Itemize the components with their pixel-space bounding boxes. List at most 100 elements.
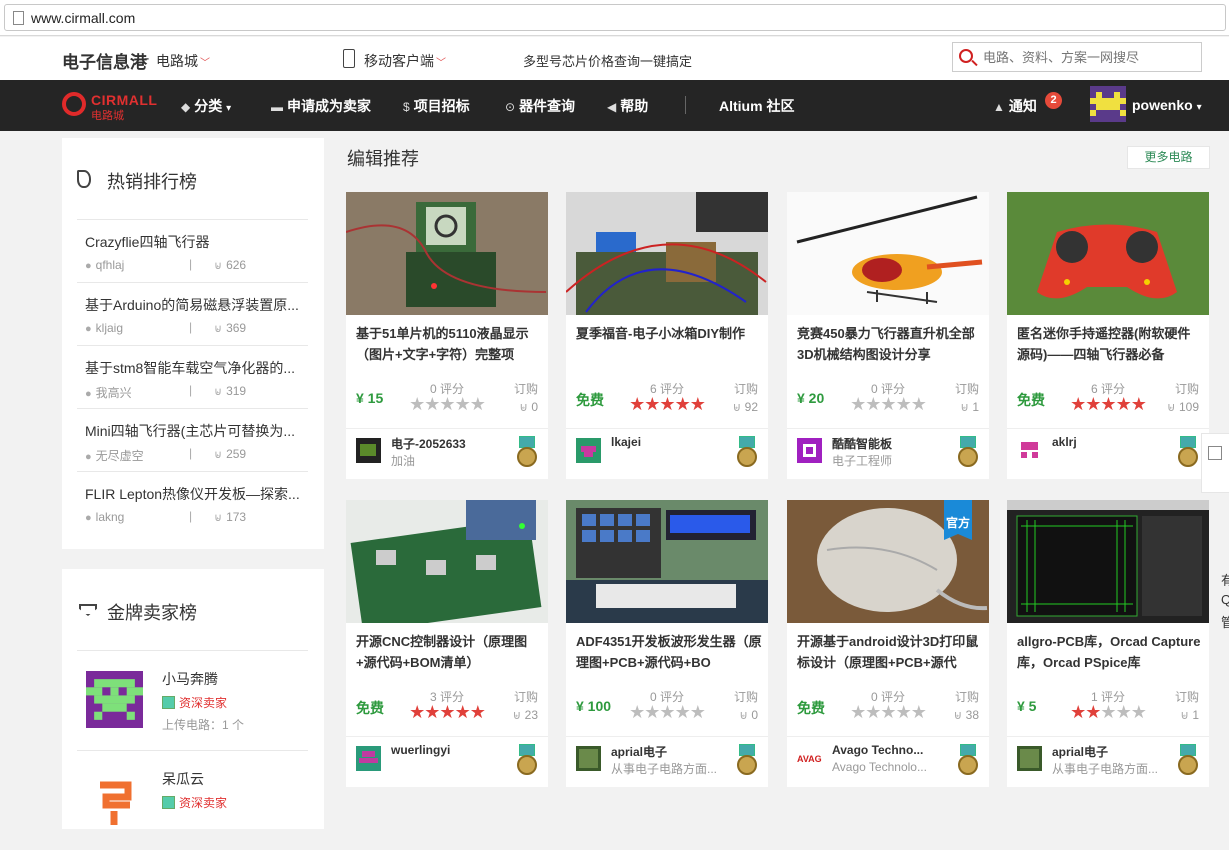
address-field[interactable]: www.cirmall.com xyxy=(4,4,1226,31)
star-rating: ★★★★★ xyxy=(843,395,933,413)
orders-value: 1 xyxy=(1192,708,1199,722)
product-card[interactable]: 开源CNC控制器设计（原理图+源代码+BOM清单） 免费 3 评分 ★★★★★ 订购 ⊌ … xyxy=(346,500,548,787)
product-title[interactable]: 基于51单片机的5110液晶显示（图片+文字+字符）完整项 xyxy=(356,323,542,367)
product-card[interactable]: 官方 开源基于android设计3D打印鼠标设计（原理图+PCB+源代 免费 0 评分… xyxy=(787,500,989,787)
promo-link[interactable]: 多型号芯片价格查询一键搞定 xyxy=(523,51,692,70)
site-title[interactable]: 电子信息港 xyxy=(62,48,147,73)
product-image[interactable] xyxy=(566,500,768,623)
product-card[interactable]: 基于51单片机的5110液晶显示（图片+文字+字符）完整项 ¥ 15 0 评分 ★★★… xyxy=(346,192,548,479)
hot-item-user[interactable]: ● 我高兴 xyxy=(85,384,132,401)
hot-item-user[interactable]: ● qfhlaj xyxy=(85,258,124,272)
product-card[interactable]: 夏季福音-电子小冰箱DIY制作 免费 6 评分 ★★★★★ 订购 ⊌ 92 lkajei xyxy=(566,192,768,479)
mobile-client-label: 移动客户端 xyxy=(364,53,434,69)
nav-notifications[interactable]: ▲ 通知 xyxy=(993,96,1037,116)
author-name[interactable]: aprial电子 xyxy=(611,743,736,760)
hot-item-user[interactable]: ● 无尽虚空 xyxy=(85,447,144,464)
user-icon: ● xyxy=(85,451,92,463)
author-avatar[interactable] xyxy=(576,438,601,463)
hot-item-user[interactable]: ● kljaig xyxy=(85,321,123,335)
product-title[interactable]: 竞赛450暴力飞行器直升机全部3D机械结构图设计分享 xyxy=(797,323,983,367)
medal-icon xyxy=(1177,744,1199,776)
list-item[interactable]: Crazyflie四轴飞行器 ● qfhlaj | ⊌ 626 xyxy=(77,219,308,282)
product-image[interactable] xyxy=(346,192,548,315)
nav-project-bidding[interactable]: $ 项目招标 xyxy=(403,96,470,116)
site-switcher[interactable]: 电路城 ﹀ xyxy=(156,51,210,71)
nav-category[interactable]: ◆ 分类 ▾ xyxy=(181,96,231,116)
author-name[interactable]: 电子-2052633 xyxy=(391,435,516,452)
product-image[interactable] xyxy=(566,192,768,315)
author-avatar[interactable] xyxy=(576,746,601,771)
author-name[interactable]: aprial电子 xyxy=(1052,743,1177,760)
nav-become-seller[interactable]: ▬ 申请成为卖家 xyxy=(271,96,371,116)
author-avatar[interactable] xyxy=(1017,746,1042,771)
product-card[interactable]: allgro-PCB库，Orcad Capture库，Orcad PSpice库… xyxy=(1007,500,1209,787)
notification-count-badge[interactable]: 2 xyxy=(1045,92,1062,109)
author-avatar[interactable] xyxy=(356,746,381,771)
author-subtitle: Avago Technolo... xyxy=(832,760,927,774)
orders-value: 92 xyxy=(744,400,758,414)
list-item[interactable]: Mini四轴飞行器(主芯片可替换为... ● 无尽虚空 | ⊌ 259 xyxy=(77,408,308,471)
product-price: ¥ 5 xyxy=(1017,698,1037,714)
side-floating-panel[interactable] xyxy=(1201,433,1229,493)
divider xyxy=(346,736,548,737)
medal-coin xyxy=(517,447,537,467)
list-item[interactable]: 基于stm8智能车载空气净化器的... ● 我高兴 | ⊌ 319 xyxy=(77,345,308,408)
author-avatar[interactable]: AVAGO xyxy=(797,746,829,771)
seller-avatar[interactable] xyxy=(86,671,143,728)
seller-name[interactable]: 呆瓜云 xyxy=(162,769,204,789)
seller-avatar[interactable] xyxy=(86,771,143,828)
nav-help[interactable]: ◀ 帮助 xyxy=(607,96,648,116)
seller-item[interactable]: 呆瓜云 资深卖家 xyxy=(77,750,308,850)
product-image[interactable] xyxy=(1007,500,1209,623)
mobile-client-menu[interactable]: 移动客户端 ﹀ xyxy=(364,51,446,71)
product-card[interactable]: ADF4351开发板波形发生器（原理图+PCB+源代码+BO ¥ 100 0 评分 ★… xyxy=(566,500,768,787)
author-name[interactable]: Avago Techno... xyxy=(832,743,957,757)
hot-item-name[interactable]: Crazyflie四轴飞行器 xyxy=(85,232,305,252)
nav-altium-community[interactable]: Altium 社区 xyxy=(719,96,794,116)
search-icon[interactable] xyxy=(959,49,973,63)
nav-component-search[interactable]: ⊙ 器件查询 xyxy=(505,96,575,116)
seller-item[interactable]: 小马奔腾 资深卖家 上传电路：1 个 xyxy=(77,650,308,750)
cart-icon: ⊌ xyxy=(214,449,223,461)
product-title[interactable]: 匿名迷你手持遥控器(附软硬件源码)——四轴飞行器必备 xyxy=(1017,323,1203,367)
more-circuits-button[interactable]: 更多电路 xyxy=(1127,146,1210,169)
product-title[interactable]: ADF4351开发板波形发生器（原理图+PCB+源代码+BO xyxy=(576,631,762,675)
hot-item-name[interactable]: Mini四轴飞行器(主芯片可替换为... xyxy=(85,421,305,441)
star-icon: ★ xyxy=(409,702,425,722)
hot-item-username: qfhlaj xyxy=(95,258,125,272)
author-avatar[interactable] xyxy=(1017,438,1042,463)
product-card[interactable]: 匿名迷你手持遥控器(附软硬件源码)——四轴飞行器必备 免费 6 评分 ★★★★★ 订购 ⊌… xyxy=(1007,192,1209,479)
author-name[interactable]: lkajei xyxy=(611,435,736,449)
product-title[interactable]: allgro-PCB库，Orcad Capture库，Orcad PSpice库 xyxy=(1017,631,1203,675)
list-item[interactable]: 基于Arduino的简易磁悬浮装置原... ● kljaig | ⊌ 369 xyxy=(77,282,308,345)
product-image[interactable] xyxy=(346,500,548,623)
user-avatar[interactable] xyxy=(1090,86,1126,122)
author-subtitle: 从事电子电路方面... xyxy=(1052,762,1159,776)
product-title[interactable]: 夏季福音-电子小冰箱DIY制作 xyxy=(576,323,762,367)
product-title[interactable]: 开源基于android设计3D打印鼠标设计（原理图+PCB+源代 xyxy=(797,631,983,675)
hot-item-user[interactable]: ● lakng xyxy=(85,510,124,524)
product-card[interactable]: 竞赛450暴力飞行器直升机全部3D机械结构图设计分享 ¥ 20 0 评分 ★★★★★ 订… xyxy=(787,192,989,479)
author-avatar[interactable] xyxy=(797,438,822,463)
author-avatar[interactable] xyxy=(356,438,381,463)
separator: | xyxy=(189,509,193,523)
url-text[interactable]: www.cirmall.com xyxy=(31,10,135,26)
search-input[interactable] xyxy=(983,43,1198,71)
cirmall-logo[interactable]: CIRMALL 电路城 xyxy=(62,90,162,122)
user-menu[interactable]: powenko ▾ xyxy=(1132,97,1202,113)
seller-name[interactable]: 小马奔腾 xyxy=(162,669,218,689)
product-title[interactable]: 开源CNC控制器设计（原理图+源代码+BOM清单） xyxy=(356,631,542,675)
star-icon: ★ xyxy=(850,394,866,414)
product-image[interactable] xyxy=(1007,192,1209,315)
list-item[interactable]: FLIR Lepton热像仪开发板—探索... ● lakng | ⊌ 173 xyxy=(77,471,308,534)
hot-item-name[interactable]: FLIR Lepton热像仪开发板—探索... xyxy=(85,484,305,504)
hot-item-name[interactable]: 基于stm8智能车载空气净化器的... xyxy=(85,358,305,378)
nav-help-label: 帮助 xyxy=(620,98,649,114)
hot-item-name[interactable]: 基于Arduino的简易磁悬浮装置原... xyxy=(85,295,305,315)
author-name[interactable]: wuerlingyi xyxy=(391,743,516,757)
product-image[interactable] xyxy=(787,192,989,315)
author-name[interactable]: 酷酷智能板 xyxy=(832,435,957,452)
author-name[interactable]: aklrj xyxy=(1052,435,1177,449)
official-badge: 官方 xyxy=(944,500,972,540)
star-icon: ★ xyxy=(1100,394,1116,414)
